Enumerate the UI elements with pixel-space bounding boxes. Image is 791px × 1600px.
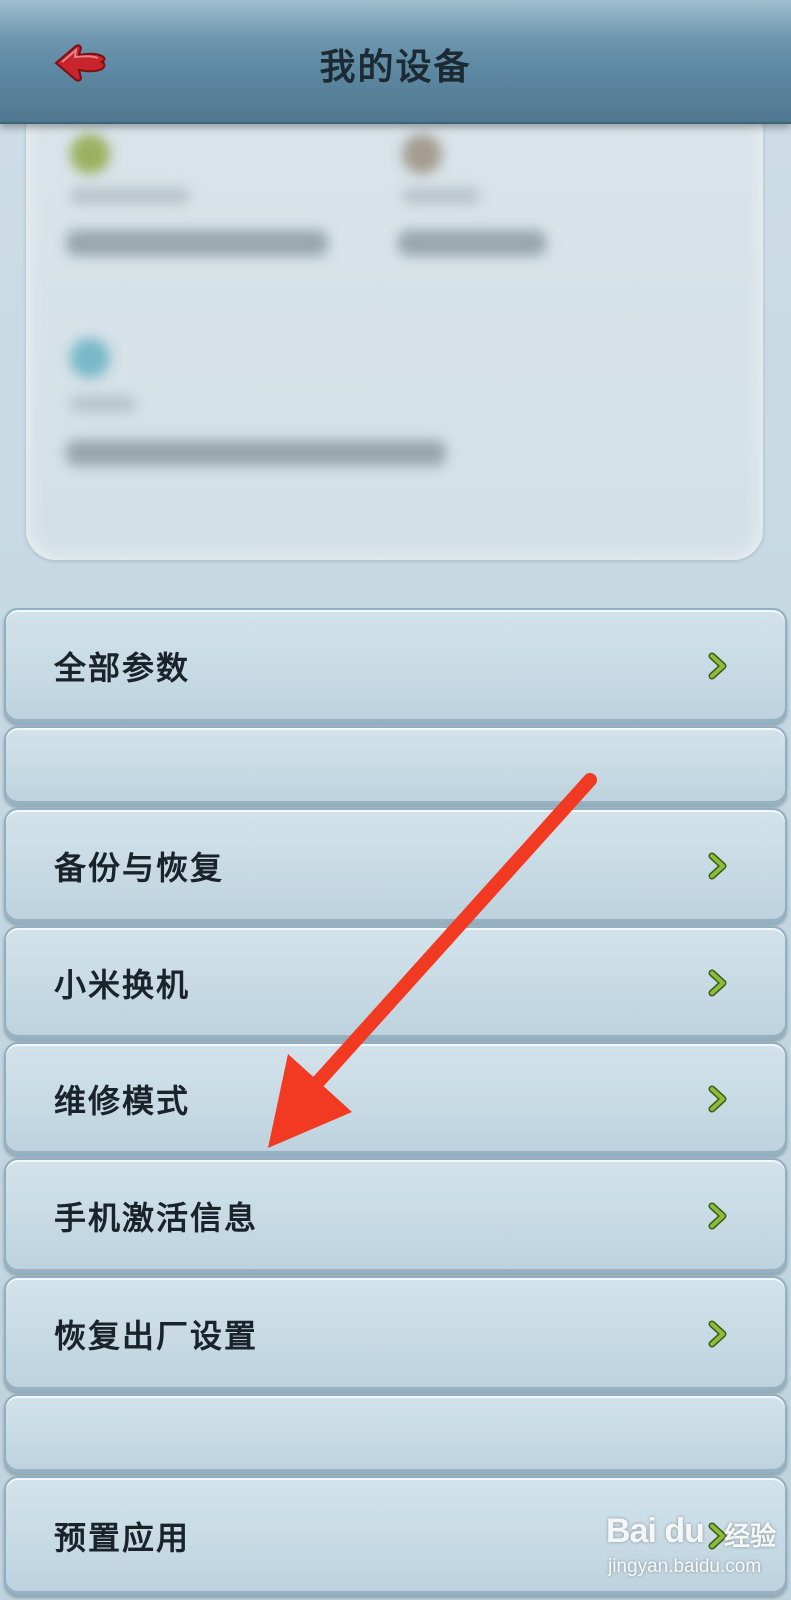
page-title: 我的设备 <box>319 47 472 88</box>
device-info-card <box>26 100 763 560</box>
watermark-sub: 经验 <box>724 1522 777 1552</box>
baidu-jingyan-watermark: Bai du 经验 jingyan.baidu.com <box>606 1508 786 1588</box>
menu-item-label: 全部参数 <box>54 649 191 687</box>
chevron-right-icon <box>708 1085 727 1113</box>
menu-item-backup-restore[interactable]: 备份与恢复 <box>4 808 787 924</box>
menu-item-label: 预置应用 <box>54 1519 191 1557</box>
menu-item-blank-1[interactable] <box>4 726 787 806</box>
menu-item-label: 恢复出厂设置 <box>54 1317 259 1355</box>
menu-item-all-params[interactable]: 全部参数 <box>4 608 787 724</box>
menu-item-activation-info[interactable]: 手机激活信息 <box>4 1158 787 1274</box>
menu-item-mi-mover[interactable]: 小米换机 <box>4 926 787 1040</box>
watermark-url: jingyan.baidu.com <box>608 1556 762 1577</box>
menu-item-factory-reset[interactable]: 恢复出厂设置 <box>4 1276 787 1392</box>
watermark-logo: Bai du <box>606 1512 705 1550</box>
chevron-right-icon <box>708 652 727 680</box>
menu-item-label: 维修模式 <box>54 1082 191 1120</box>
chevron-right-icon <box>708 1320 727 1348</box>
menu-item-label: 手机激活信息 <box>54 1199 259 1237</box>
menu-item-blank-2[interactable] <box>4 1394 787 1474</box>
menu-item-label: 备份与恢复 <box>54 849 225 887</box>
menu-item-repair-mode[interactable]: 维修模式 <box>4 1042 787 1156</box>
top-header: 我的设备 <box>0 0 791 124</box>
chevron-right-icon <box>708 969 727 997</box>
chevron-right-icon <box>708 1202 727 1230</box>
chevron-right-icon <box>708 852 727 880</box>
menu-item-label: 小米换机 <box>54 966 191 1004</box>
